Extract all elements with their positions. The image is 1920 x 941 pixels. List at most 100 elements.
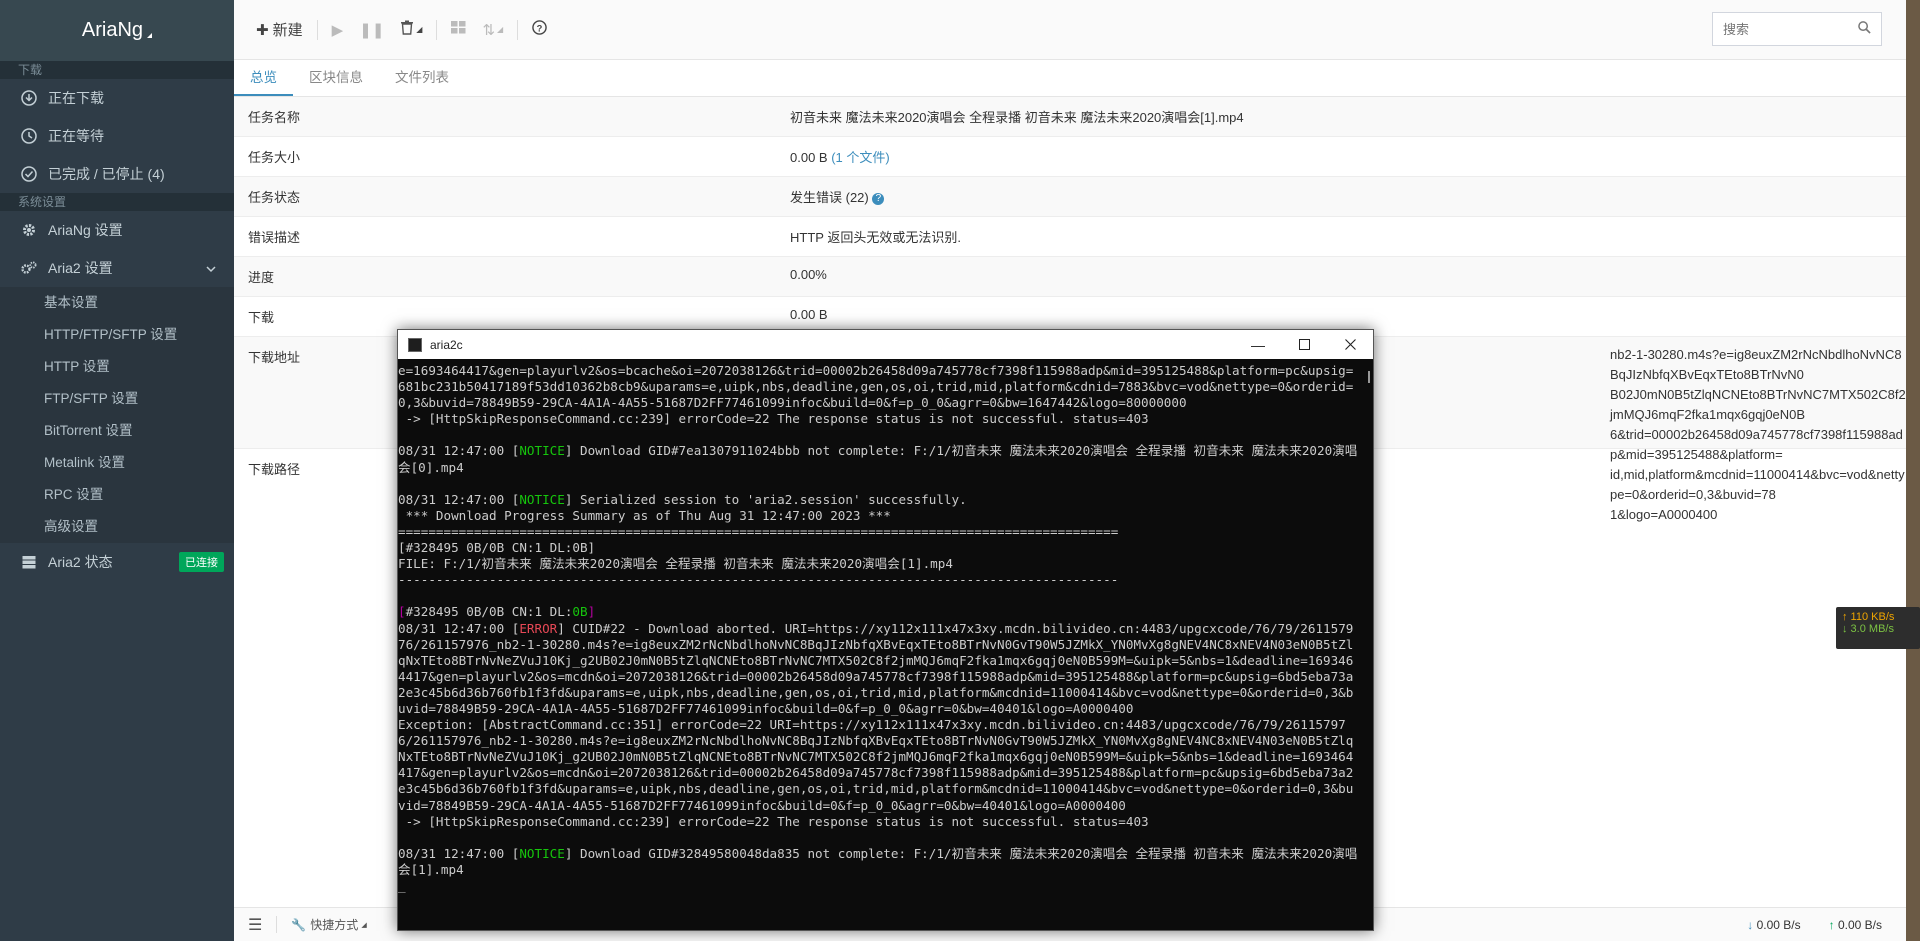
- log-line: FILE: F:/1/初音未来 魔法未来2020演唱会 全程录播 初音未来 魔法…: [398, 556, 953, 572]
- caret-icon: ◢: [361, 921, 367, 929]
- log-level-notice: NOTICE: [519, 443, 565, 459]
- upload-speed: ↑ 0.00 B/s: [1829, 918, 1882, 932]
- sort-icon: ⇅: [482, 21, 496, 39]
- nav-aria2-settings-label: Aria2 设置: [48, 260, 113, 276]
- question-circle-icon[interactable]: ?: [872, 192, 885, 205]
- progress-label: 进度: [248, 270, 275, 285]
- menu-button[interactable]: ☰: [234, 915, 276, 935]
- search-icon[interactable]: [1858, 21, 1871, 37]
- shortcut-button[interactable]: 🔧 快捷方式 ◢: [276, 916, 380, 933]
- new-task-button[interactable]: ✚ 新建: [248, 14, 311, 46]
- log-prefix: 08/31 12:47:00 [: [398, 491, 520, 507]
- log-level-error: ERROR: [519, 620, 558, 636]
- shortcut-label: 快捷方式: [310, 918, 359, 932]
- widget-download-speed: ↓ 3.0 MB/s: [1842, 623, 1894, 635]
- console-text: e=1693464417&gen=playurlv2&os=bcache&oi=…: [398, 363, 1360, 894]
- global-speeds: ↓ 0.00 B/s ↑ 0.00 B/s: [1747, 918, 1906, 932]
- speed-widget[interactable]: ↑ 110 KB/s ↓ 3.0 MB/s: [1836, 607, 1920, 649]
- row-progress: 进度 0.00%: [234, 257, 1906, 297]
- maximize-button[interactable]: [1281, 330, 1327, 359]
- help-button[interactable]: ?: [524, 14, 555, 46]
- task-size-label: 任务大小: [248, 150, 301, 165]
- toolbar-divider: [517, 19, 519, 40]
- download-speed: ↓ 0.00 B/s: [1747, 918, 1800, 932]
- log-line: -> [HttpSkipResponseCommand.cc:239] erro…: [398, 813, 1149, 829]
- section-download: 下载: [0, 61, 234, 79]
- nav-ariang-settings[interactable]: AriaNg 设置: [0, 211, 234, 249]
- url-line: nb2-1-30280.m4s?e=ig8euxZM2rNcNbdlhoNvNC…: [1610, 347, 1902, 382]
- nav-aria2-status[interactable]: Aria2 状态 已连接: [0, 543, 234, 581]
- minimize-button[interactable]: —: [1235, 330, 1281, 359]
- minimize-icon: —: [1251, 336, 1265, 353]
- sub-bittorrent-settings[interactable]: BitTorrent 设置: [0, 415, 234, 447]
- grid-icon: [451, 21, 466, 38]
- file-count-link[interactable]: (1 个文件): [831, 150, 890, 165]
- nav-stopped[interactable]: 已完成 / 已停止 (4): [0, 155, 234, 193]
- row-error-description: 错误描述 HTTP 返回头无效或无法识别.: [234, 217, 1906, 257]
- tab-overview[interactable]: 总览: [234, 60, 293, 96]
- new-task-label: 新建: [272, 22, 303, 39]
- nav-ariang-settings-label: AriaNg 设置: [48, 222, 123, 238]
- nav-waiting[interactable]: 正在等待: [0, 117, 234, 155]
- log-line: *** Download Progress Summary as of Thu …: [398, 507, 891, 523]
- window-controls: —: [1235, 330, 1373, 359]
- sub-http-settings[interactable]: HTTP 设置: [0, 351, 234, 383]
- task-size-value: 0.00 B: [790, 150, 828, 165]
- task-status-value: 发生错误 (22): [790, 190, 869, 205]
- error-description-value: HTTP 返回头无效或无法识别.: [790, 230, 961, 245]
- brand[interactable]: AriaNg: [0, 0, 234, 61]
- nav-aria2-status-label: Aria2 状态: [48, 554, 113, 570]
- log-level-notice: NOTICE: [519, 491, 565, 507]
- tab-files[interactable]: 文件列表: [379, 60, 465, 96]
- log-line: ========================================…: [398, 523, 1119, 539]
- pause-icon: ❚❚: [359, 21, 385, 39]
- detail-tabs: 总览 区块信息 文件列表: [234, 60, 1906, 97]
- progress-bracket: [: [398, 604, 406, 620]
- url-line: B02J0mN0B5tZlqNCNEto8BTrNvNC7MTX502C8f2j…: [1610, 387, 1906, 422]
- hamburger-icon: ☰: [248, 916, 263, 934]
- delete-button[interactable]: ◢: [392, 14, 430, 46]
- log-prefix: 08/31 12:47:00 [: [398, 443, 520, 459]
- question-circle-icon: ?: [532, 20, 547, 39]
- log-message: ] Serialized session to 'aria2.session' …: [564, 491, 967, 507]
- console-output[interactable]: e=1693464417&gen=playurlv2&os=bcache&oi=…: [398, 359, 1373, 930]
- log-line: -> [HttpSkipResponseCommand.cc:239] erro…: [398, 411, 1149, 427]
- upload-speed-value: 0.00 B/s: [1837, 917, 1882, 932]
- wrench-icon: 🔧: [291, 917, 307, 932]
- clock-icon: [20, 127, 38, 145]
- task-name-label: 任务名称: [248, 110, 301, 125]
- sub-advanced-settings[interactable]: 高级设置: [0, 511, 234, 543]
- console-titlebar[interactable]: aria2c —: [398, 330, 1373, 359]
- task-name-value: 初音未来 魔法未来2020演唱会 全程录播 初音未来 魔法未来2020演唱会[1…: [790, 110, 1244, 125]
- download-speed-value: 0.00 B/s: [1756, 917, 1801, 932]
- log-line: Exception: [AbstractCommand.cc:351] erro…: [398, 717, 1354, 813]
- sub-rpc-settings[interactable]: RPC 设置: [0, 479, 234, 511]
- check-circle-icon: [20, 165, 38, 183]
- nav-aria2-settings[interactable]: Aria2 设置: [0, 249, 234, 287]
- play-icon: ▶: [331, 21, 344, 39]
- log-line: 08/31 12:47:00 [ERROR] CUID#22 - Downloa…: [398, 621, 1353, 716]
- sub-basic-settings[interactable]: 基本设置: [0, 287, 234, 319]
- start-button[interactable]: ▶: [324, 14, 352, 46]
- arrow-up-icon: ↑: [1828, 917, 1835, 932]
- sub-metalink-settings[interactable]: Metalink 设置: [0, 447, 234, 479]
- caret-icon: ◢: [497, 25, 504, 34]
- console-scrollbar[interactable]: [1368, 371, 1370, 383]
- sub-http-ftp-sftp-settings[interactable]: HTTP/FTP/SFTP 设置: [0, 319, 234, 351]
- tab-pieces[interactable]: 区块信息: [293, 60, 379, 96]
- log-prefix: 08/31 12:47:00 [: [398, 620, 520, 636]
- search-input[interactable]: [1723, 21, 1853, 37]
- download-circle-icon: [20, 89, 38, 107]
- close-icon: [1344, 337, 1356, 353]
- nav-stopped-label: 已完成 / 已停止 (4): [48, 166, 165, 182]
- sort-button[interactable]: ⇅ ◢: [474, 14, 511, 46]
- close-button[interactable]: [1327, 330, 1373, 359]
- view-toggle-button[interactable]: [443, 14, 474, 46]
- pause-button[interactable]: ❚❚: [351, 14, 392, 46]
- console-window[interactable]: aria2c — e=1693464417&gen=playurlv2&os=b…: [397, 329, 1374, 931]
- toolbar-divider: [316, 19, 318, 40]
- log-line: [#328495 0B/0B CN:1 DL:0B]: [398, 540, 596, 556]
- log-line: 08/31 12:47:00 [NOTICE] Download GID#7ea…: [398, 443, 1357, 474]
- sub-ftp-sftp-settings[interactable]: FTP/SFTP 设置: [0, 383, 234, 415]
- nav-downloading[interactable]: 正在下载: [0, 79, 234, 117]
